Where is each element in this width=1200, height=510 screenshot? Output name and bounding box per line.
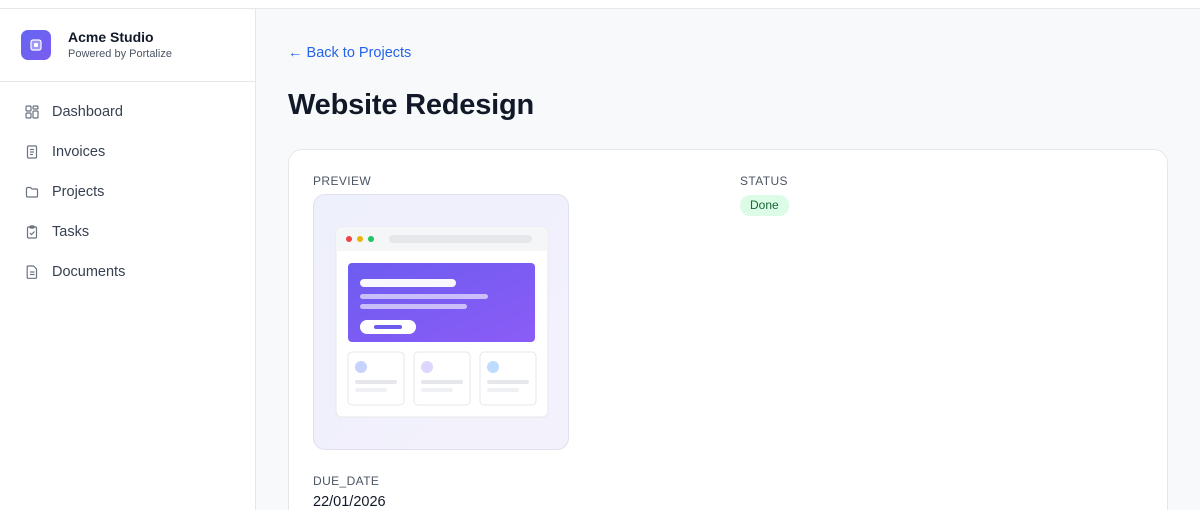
page-title: Website Redesign — [288, 89, 535, 121]
preview-label: PREVIEW — [313, 174, 372, 188]
sidebar-item-projects[interactable]: Projects — [0, 172, 255, 212]
sidebar-item-tasks[interactable]: Tasks — [0, 212, 255, 252]
sidebar-nav: Dashboard Invoices Projects Tasks Docume… — [0, 82, 255, 292]
sidebar-item-label: Invoices — [52, 144, 106, 160]
sidebar-item-label: Tasks — [52, 224, 90, 240]
project-detail-card: PREVIEW STATUS Done DUE_DATE 22/01/2026 — [288, 149, 1168, 510]
due-date-label: DUE_DATE — [313, 474, 380, 488]
sidebar-item-label: Projects — [52, 184, 105, 200]
app-logo-icon — [21, 30, 51, 60]
brand[interactable]: Acme Studio Powered by Portalize — [0, 9, 255, 82]
sidebar: Acme Studio Powered by Portalize Dashboa… — [0, 9, 256, 510]
folder-icon — [25, 185, 39, 199]
sidebar-item-invoices[interactable]: Invoices — [0, 132, 255, 172]
sidebar-item-documents[interactable]: Documents — [0, 252, 255, 292]
sidebar-item-dashboard[interactable]: Dashboard — [0, 92, 255, 132]
top-bar — [0, 0, 1200, 9]
due-date-value: 22/01/2026 — [313, 494, 386, 510]
clipboard-check-icon — [25, 225, 39, 239]
sidebar-item-label: Dashboard — [52, 104, 123, 120]
status-badge: Done — [740, 195, 789, 216]
preview-thumbnail[interactable] — [313, 194, 569, 450]
dashboard-icon — [25, 105, 39, 119]
brand-subtitle: Powered by Portalize — [68, 48, 172, 60]
back-to-projects-link[interactable]: ← Back to Projects — [288, 45, 411, 61]
document-icon — [25, 265, 39, 279]
website-preview-illustration — [335, 226, 549, 418]
sidebar-item-label: Documents — [52, 264, 126, 280]
main-content: ← Back to Projects Website Redesign PREV… — [256, 9, 1200, 510]
invoice-icon — [25, 145, 39, 159]
status-label: STATUS — [740, 174, 788, 188]
brand-name: Acme Studio — [68, 29, 154, 45]
